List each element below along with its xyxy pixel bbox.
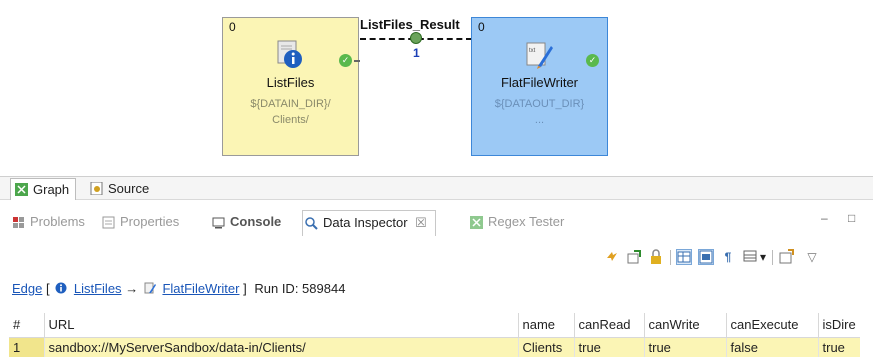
column-header[interactable]: # [9, 313, 45, 338]
debug-edge-icon[interactable] [410, 32, 422, 44]
editor-tab-strip: Graph Source [0, 176, 873, 200]
maximize-view-button[interactable]: □ [848, 211, 855, 225]
column-header[interactable]: isDire [818, 313, 860, 338]
grid-menu-icon[interactable] [742, 249, 758, 265]
minimize-view-button[interactable]: – [821, 211, 828, 225]
writer-icon [144, 282, 156, 294]
tab-graph[interactable]: Graph [10, 178, 77, 200]
output-port-stub[interactable] [354, 60, 360, 62]
column-header[interactable]: name [518, 313, 575, 338]
table-row[interactable]: 1 sandbox://MyServerSandbox/data-in/Clie… [9, 337, 860, 357]
info-icon [55, 282, 67, 294]
sync-icon[interactable] [604, 249, 620, 265]
cell-canexecute: false [726, 337, 819, 357]
record-view-icon[interactable] [698, 249, 714, 265]
input-port-number: 0 [229, 20, 236, 34]
table-header-row: # URL name canRead canWrite canExecute i… [9, 313, 860, 338]
component-subtitle: ${DATAIN_DIR}/ Clients/ [250, 98, 331, 126]
component-subtitle: ${DATAOUT_DIR} ... [494, 98, 585, 126]
input-port-number: 0 [478, 20, 485, 34]
data-inspector-icon [305, 217, 318, 230]
cell-name: Clients [518, 337, 575, 357]
tab-console[interactable]: Console [210, 210, 281, 236]
flatfilewriter-component[interactable]: 0 txt ✓ FlatFileWriter ${DATAOUT_DIR} ..… [471, 17, 608, 156]
component-title: FlatFileWriter [500, 75, 579, 90]
svg-text:txt: txt [529, 48, 536, 54]
cell-url: sandbox://MyServerSandbox/data-in/Client… [44, 337, 519, 357]
tab-problems[interactable]: Problems [10, 210, 85, 236]
source-icon [90, 182, 103, 195]
records-table[interactable]: # URL name canRead canWrite canExecute i… [9, 313, 860, 357]
component-title: ListFiles [266, 75, 315, 90]
cell-canread: true [574, 337, 645, 357]
console-icon [212, 217, 225, 229]
tab-regex-tester[interactable]: Regex Tester [468, 210, 564, 236]
view-tab-strip: Problems Properties Console Data Inspect… [0, 210, 873, 236]
chevron-down-icon[interactable]: ▾ [758, 249, 768, 265]
tab-source[interactable]: Source [86, 178, 155, 200]
graph-canvas[interactable]: 0 ✓ ListFiles ${DATAIN_DIR}/ Clients/ Li… [0, 0, 873, 172]
graph-icon [15, 183, 28, 196]
lock-icon[interactable] [648, 249, 664, 265]
edge-record-count: 1 [413, 46, 420, 60]
properties-icon [102, 216, 115, 229]
target-component-link[interactable]: FlatFileWriter [162, 281, 239, 296]
status-ok-icon: ✓ [339, 54, 352, 67]
source-component-link[interactable]: ListFiles [74, 281, 122, 296]
table-view-icon[interactable] [676, 249, 692, 265]
flatfilewriter-icon: txt [526, 42, 553, 69]
export-icon[interactable] [626, 249, 642, 265]
view-menu-icon[interactable]: ▽ [804, 249, 820, 265]
column-header[interactable]: canWrite [644, 313, 727, 338]
edge-label[interactable]: ListFiles_Result [360, 17, 460, 32]
close-tab-icon[interactable]: ☒ [415, 215, 427, 230]
problems-icon [13, 217, 24, 228]
listfiles-component[interactable]: 0 ✓ ListFiles ${DATAIN_DIR}/ Clients/ [222, 17, 360, 156]
cell-canwrite: true [644, 337, 727, 357]
tab-data-inspector[interactable]: Data Inspector ☒ [302, 210, 436, 236]
new-window-icon[interactable] [778, 249, 794, 265]
listfiles-info-icon [277, 40, 302, 68]
tab-properties[interactable]: Properties [100, 210, 179, 236]
column-header[interactable]: URL [44, 313, 519, 338]
text-view-icon[interactable]: ¶ [720, 249, 736, 265]
run-id: Run ID: 589844 [254, 281, 346, 296]
edge-link[interactable]: Edge [12, 281, 42, 296]
regex-icon [470, 216, 483, 229]
edge-breadcrumb: Edge [ ListFiles → FlatFileWriter ] Run … [12, 281, 346, 296]
column-header[interactable]: canExecute [726, 313, 819, 338]
status-ok-icon: ✓ [586, 54, 599, 67]
cell-isdirectory: true [818, 337, 860, 357]
row-index: 1 [9, 337, 45, 357]
column-header[interactable]: canRead [574, 313, 645, 338]
